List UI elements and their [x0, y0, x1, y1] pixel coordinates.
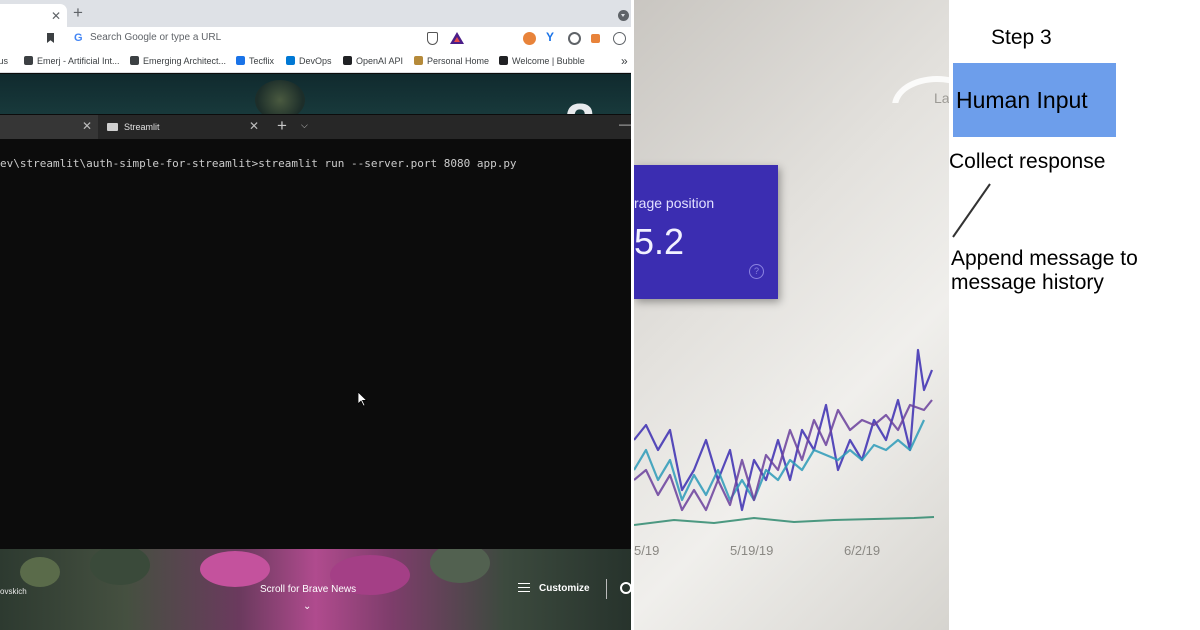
background-plant	[255, 80, 305, 114]
bookmark-item[interactable]: cus	[0, 56, 8, 66]
minimize-button[interactable]: —	[619, 117, 631, 131]
flow-diagram: Step 3 Human Input Collect response Appe…	[949, 0, 1200, 630]
blurred-digit	[892, 76, 949, 103]
extension-icon[interactable]	[591, 34, 600, 43]
home-icon	[414, 56, 423, 65]
extension-icon[interactable]	[568, 32, 581, 45]
terminal-output[interactable]: ev\streamlit\auth-simple-for-streamlit>s…	[0, 139, 631, 549]
human-input-label: Human Input	[956, 87, 1088, 113]
terminal-icon	[107, 123, 118, 131]
sliders-icon	[518, 583, 530, 592]
close-tab-icon[interactable]: ✕	[51, 10, 61, 22]
gear-icon[interactable]	[620, 582, 631, 594]
metric-card: rage position 5.2 ?	[634, 165, 778, 299]
browser-toolbar: G Search Google or type a URL Y	[0, 27, 631, 51]
extension-icon[interactable]: Y	[546, 31, 554, 44]
close-tab-icon[interactable]: ✕	[249, 119, 259, 133]
bookmark-item[interactable]: Emerging Architect...	[130, 56, 226, 66]
terminal-tab-label: Streamlit	[124, 122, 160, 132]
terminal-tab[interactable]: ✕	[0, 115, 98, 139]
human-input-box: Human Input	[953, 63, 1116, 137]
new-tab-background: 2 F	[0, 74, 631, 114]
new-tab-footer: ovskich Scroll for Brave News ⌄ Customiz…	[0, 549, 631, 630]
brave-shield-icon[interactable]	[427, 32, 438, 45]
photo-credit[interactable]: ovskich	[0, 587, 27, 596]
browser-tab-active[interactable]: ✕	[0, 4, 67, 27]
metric-label: rage position	[634, 195, 715, 211]
openai-icon	[343, 56, 352, 65]
customize-button[interactable]: Customize	[518, 583, 590, 594]
bookmark-label: OpenAI API	[356, 56, 404, 66]
bookmark-item[interactable]: Personal Home	[414, 56, 489, 66]
bookmark-label: Emerging Architect...	[143, 56, 227, 66]
date-label: 5/19/19	[730, 543, 774, 558]
tab-search-icon[interactable]	[618, 10, 629, 21]
date-label: 6/2/19	[844, 543, 881, 558]
close-tab-icon[interactable]: ✕	[82, 119, 92, 133]
tecflix-icon	[236, 56, 245, 65]
bookmark-label: Personal Home	[427, 56, 490, 66]
divider	[606, 579, 607, 599]
more-bookmarks-button[interactable]: »	[621, 54, 628, 68]
google-icon: G	[74, 32, 83, 44]
terminal-tab-bar: ✕ Streamlit ✕ + ⌵ —	[0, 115, 631, 139]
brave-rewards-icon[interactable]	[450, 32, 464, 44]
bookmarks-bar: » cus Emerj - Artificial Int... Emerging A…	[0, 51, 631, 73]
line-chart-photo	[634, 348, 935, 526]
help-icon: ?	[749, 264, 764, 279]
bookmark-label: cus	[0, 56, 9, 66]
connector-line	[952, 183, 991, 238]
collect-response-label: Collect response	[949, 150, 1106, 173]
link-icon	[130, 56, 139, 65]
new-tab-button[interactable]: +	[73, 3, 83, 23]
bubble-icon	[499, 56, 508, 65]
scroll-news-link[interactable]: Scroll for Brave News	[260, 584, 356, 595]
clock-text: 2 F	[565, 92, 631, 114]
bookmark-label: Emerj - Artificial Int...	[37, 56, 120, 66]
terminal-tab-streamlit[interactable]: Streamlit ✕	[99, 115, 267, 139]
analytics-photo: La rage position 5.2 ? 5/19 5/19/19 6/2/…	[634, 0, 949, 630]
bookmark-label: Welcome | Bubble	[512, 56, 585, 66]
chevron-down-icon[interactable]: ⌄	[303, 601, 311, 612]
date-label: 5/19	[634, 543, 660, 558]
devops-icon	[286, 56, 295, 65]
bookmark-label: DevOps	[299, 56, 332, 66]
browser-tab-strip: ✕ +	[0, 0, 631, 27]
bookmark-icon[interactable]	[47, 33, 54, 43]
extension-icon[interactable]	[523, 32, 536, 45]
bookmark-label: Tecflix	[249, 56, 275, 66]
browser-window: ✕ + G Search Google or type a URL Y » cu…	[0, 0, 631, 630]
emerj-icon	[24, 56, 33, 65]
metric-value: 5.2	[634, 221, 685, 262]
bookmark-item[interactable]: DevOps	[286, 56, 332, 66]
bookmark-item[interactable]: Emerj - Artificial Int...	[24, 56, 120, 66]
append-message-label: Append message to message history	[951, 247, 1138, 294]
customize-label: Customize	[539, 583, 590, 594]
photo-line	[634, 516, 935, 526]
bookmark-item[interactable]: OpenAI API	[343, 56, 403, 66]
address-bar[interactable]: Search Google or type a URL	[90, 32, 221, 43]
photo-line	[634, 399, 933, 512]
step-title: Step 3	[991, 26, 1052, 49]
terminal-command-line: ev\streamlit\auth-simple-for-streamlit>s…	[0, 157, 517, 170]
bookmark-item[interactable]: Welcome | Bubble	[499, 56, 585, 66]
bookmark-item[interactable]: Tecflix	[236, 56, 274, 66]
chevron-down-icon[interactable]: ⌵	[301, 120, 308, 131]
profile-icon[interactable]	[613, 32, 626, 45]
new-terminal-tab-button[interactable]: +	[277, 116, 287, 136]
